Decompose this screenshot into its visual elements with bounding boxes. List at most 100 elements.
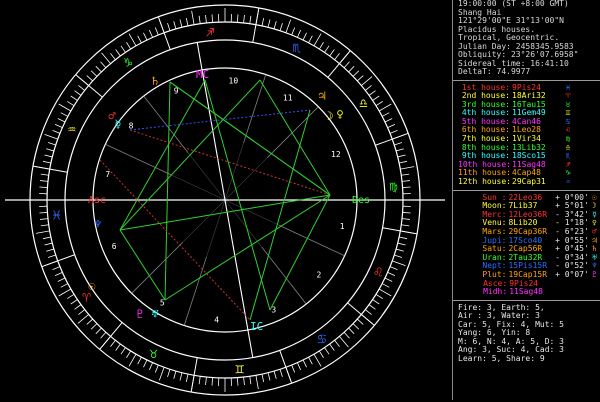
degree-tick (390, 267, 397, 270)
house-cusp-line (188, 153, 225, 200)
zodiac-sign-icon: ♋ (318, 331, 326, 347)
degree-tick (110, 340, 115, 346)
degree-tick (385, 118, 392, 122)
degree-tick (314, 354, 321, 366)
degree-tick (361, 77, 372, 86)
degree-tick (41, 225, 49, 226)
degree-tick (199, 376, 200, 384)
header-line: Tropical, Geocentric. (458, 34, 600, 43)
degree-tick (58, 278, 65, 282)
degree-tick (55, 272, 62, 275)
degree-tick (244, 377, 245, 385)
aspect-line (120, 230, 165, 300)
degree-tick (292, 28, 295, 35)
degree-tick (39, 212, 47, 213)
zodiac-glyph-icon: ♒ (562, 178, 574, 187)
degree-tick (274, 371, 276, 379)
degree-tick (36, 231, 50, 233)
degree-tick (61, 113, 68, 117)
sign-boundary (280, 350, 292, 383)
degree-tick (286, 20, 291, 33)
planet-glyph-icon: ♅ (151, 307, 158, 321)
chart-wheel-area: ♈♉♊♋♌♍♎♏♐♑♒♓123456789101112AscDesMCIC☉☽☿… (0, 0, 450, 400)
degree-tick (180, 373, 182, 381)
zodiac-sign-icon: ♍ (389, 178, 397, 194)
degree-tick (401, 174, 409, 175)
degree-tick (48, 143, 56, 145)
degree-tick (268, 20, 270, 28)
degree-tick (280, 23, 282, 31)
degree-tick (101, 62, 106, 68)
degree-tick (303, 33, 307, 40)
degree-tick (392, 261, 405, 266)
ascendant-label: Asc (88, 195, 106, 206)
row-value: 11Sag48 (507, 288, 556, 297)
degree-tick (206, 15, 207, 23)
zodiac-sign-icon: ♐ (206, 25, 214, 41)
degree-tick (256, 375, 258, 389)
degree-tick (325, 348, 329, 355)
header-line: 121°29'00"E 31°13'00"N (458, 17, 600, 26)
degree-tick (149, 30, 152, 37)
planet-positions-list: Sun :22Leo36+ 0°00'☉Moon:7Lib37+ 5°01'☽M… (458, 194, 600, 297)
degree-tick (325, 46, 329, 53)
degree-tick (39, 187, 47, 188)
degree-tick (398, 243, 406, 245)
house-cusp-line (183, 200, 225, 242)
degree-tick (237, 378, 238, 386)
degree-tick (274, 21, 276, 29)
degree-tick (121, 46, 125, 53)
imum-coeli-label: IC (250, 320, 263, 333)
divider (453, 80, 600, 81)
header-line: Placidus houses. (458, 26, 600, 35)
midheaven-label: MC (196, 68, 209, 81)
house-cusp-line (171, 175, 225, 200)
degree-tick (59, 104, 71, 111)
divider (453, 190, 600, 191)
degree-tick (390, 130, 397, 133)
degree-tick (373, 300, 380, 304)
degree-tick (292, 365, 295, 372)
header-line: DeltaT: 74.9977 (458, 68, 600, 77)
degree-tick (129, 34, 136, 46)
planet-glyph-icon: ☉ (88, 279, 95, 293)
degree-tick (314, 34, 321, 46)
house-cusps-list: 1st house:9Pis24♓2nd house:18Ari32♈3rd h… (458, 84, 600, 187)
degree-tick (78, 310, 84, 315)
planet-glyph-icon: ♂ (108, 109, 115, 123)
house-number: 6 (112, 242, 117, 251)
degree-tick (319, 42, 323, 49)
degree-tick (303, 360, 307, 367)
aspect-line (100, 160, 250, 320)
house-cusp-line (144, 96, 188, 153)
degree-tick (319, 351, 323, 358)
degree-tick (67, 101, 74, 105)
degree-tick (330, 50, 335, 56)
degree-tick (376, 101, 383, 105)
degree-tick (59, 289, 71, 296)
degree-tick (297, 30, 300, 37)
degree-tick (388, 124, 395, 127)
header-line: Obliquity: 23°26'07.6958" (458, 51, 600, 60)
planet-glyph-icon: ♃ (318, 89, 325, 103)
degree-tick (382, 284, 389, 288)
degree-tick (45, 134, 58, 139)
degree-tick (339, 336, 348, 347)
degree-tick (53, 130, 60, 133)
degree-tick (399, 161, 407, 163)
degree-tick (87, 76, 93, 81)
header-line: Shang Hai (458, 9, 600, 18)
house-cusp-line (105, 144, 170, 174)
degree-tick (268, 373, 270, 381)
degree-tick (75, 305, 81, 310)
degree-tick (71, 300, 78, 304)
degree-tick (365, 310, 371, 315)
degree-tick (349, 66, 355, 72)
zodiac-sign-icon: ♏ (292, 40, 301, 56)
degree-tick (199, 16, 200, 24)
degree-tick (398, 155, 406, 157)
degree-tick (96, 328, 102, 334)
zodiac-sign-icon: ♒ (68, 122, 76, 138)
zodiac-sign-icon: ♓ (52, 208, 60, 224)
degree-tick (309, 357, 313, 364)
